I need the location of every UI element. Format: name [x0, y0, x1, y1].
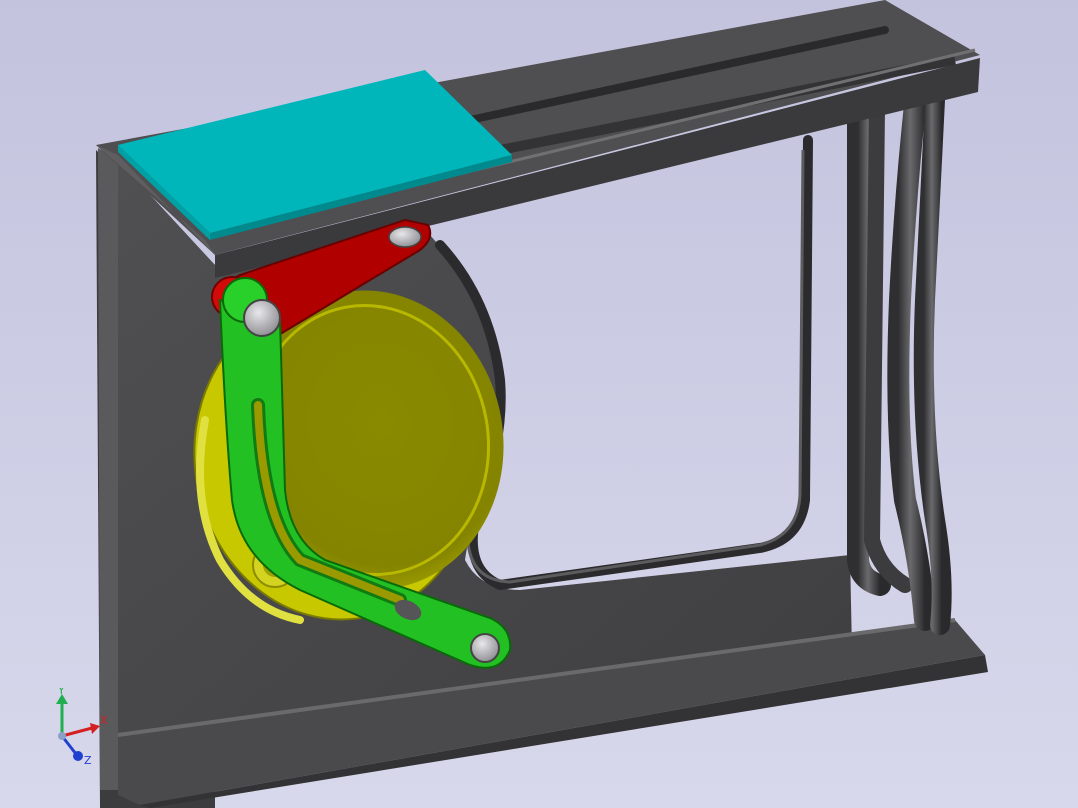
triad-origin	[58, 732, 66, 740]
reference-triad: Y X Z	[56, 688, 108, 767]
graphics-viewport[interactable]: Y X Z	[0, 0, 1078, 808]
pipe-rod-4[interactable]	[913, 90, 952, 635]
triad-z-arrow-icon	[73, 751, 83, 761]
assembly-model[interactable]	[0, 0, 1078, 808]
triad-x-label: X	[100, 714, 108, 727]
pin-bottom[interactable]	[470, 633, 500, 663]
pin-top-right[interactable]	[388, 226, 422, 248]
triad-z-label: Z	[84, 754, 92, 767]
frame-window-inner[interactable]	[466, 149, 805, 584]
triad-y-label: Y	[57, 688, 65, 697]
triad-x-axis	[61, 726, 93, 738]
triad-x-arrow-icon	[90, 723, 100, 734]
pin-top-left[interactable]	[243, 299, 281, 337]
